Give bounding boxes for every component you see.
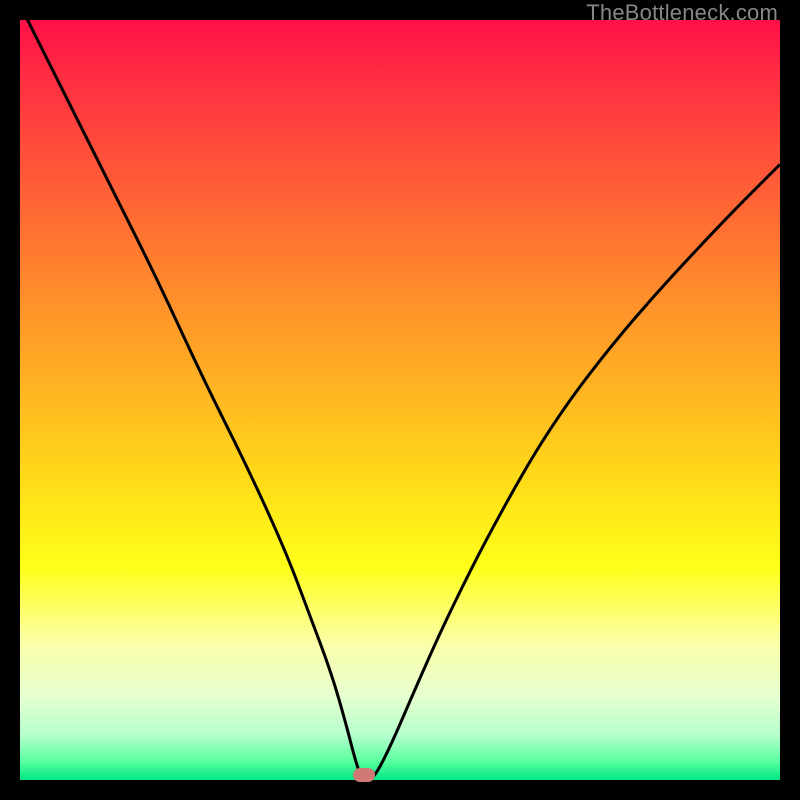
plot-area bbox=[20, 20, 780, 780]
optimum-marker bbox=[353, 768, 375, 782]
bottleneck-curve bbox=[20, 20, 780, 780]
chart-container: TheBottleneck.com bbox=[0, 0, 800, 800]
watermark-text: TheBottleneck.com bbox=[586, 0, 778, 26]
